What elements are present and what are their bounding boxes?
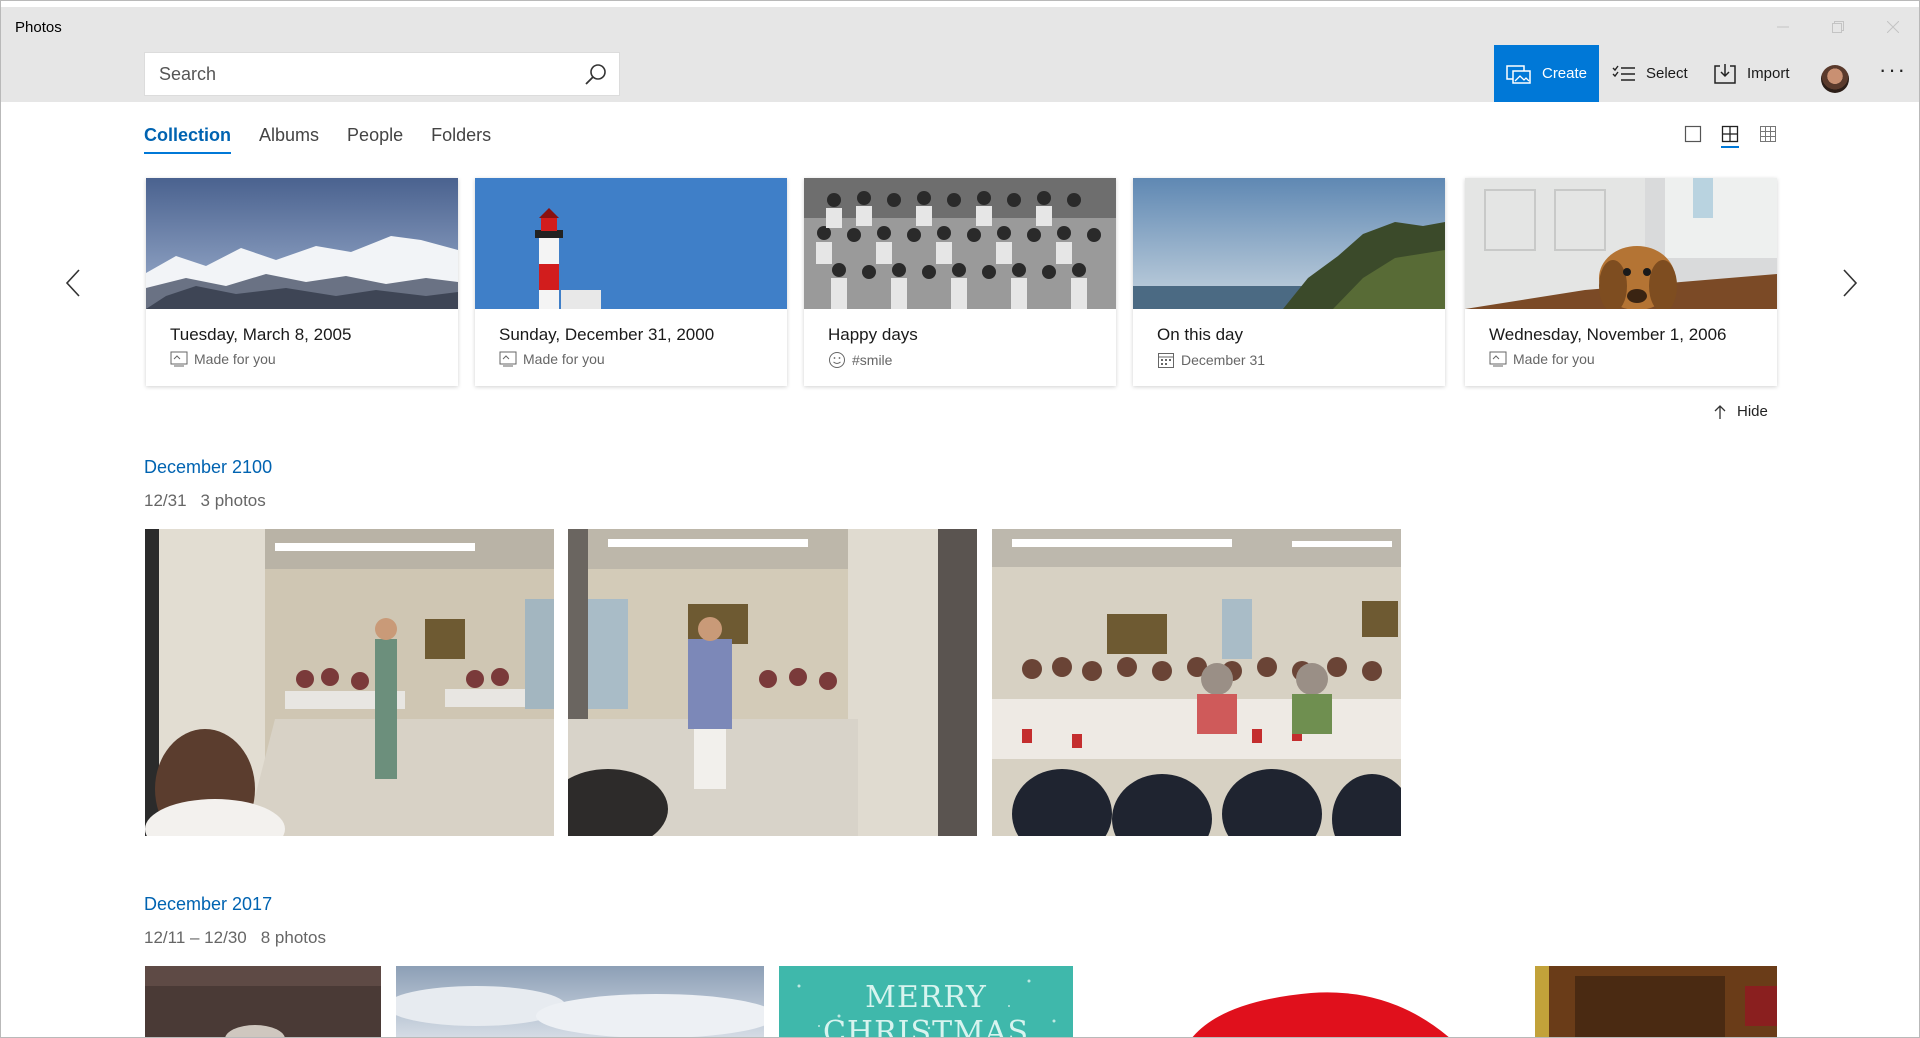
- card-subtitle: Made for you: [499, 351, 605, 367]
- card-subtitle-text: Made for you: [194, 351, 276, 367]
- search-input[interactable]: [145, 53, 565, 95]
- chevron-right-icon: [1843, 269, 1858, 297]
- create-icon: [1506, 64, 1531, 84]
- create-label: Create: [1541, 65, 1588, 82]
- memory-card[interactable]: On this day December 31: [1133, 178, 1445, 386]
- create-button[interactable]: Create: [1494, 45, 1599, 102]
- title-bar: Photos Create: [1, 7, 1919, 102]
- album-icon: [499, 351, 517, 367]
- album-icon: [1489, 351, 1507, 367]
- medium-grid-icon: [1721, 125, 1739, 148]
- card-subtitle: #smile: [828, 351, 892, 369]
- group-title[interactable]: December 2100: [144, 457, 272, 478]
- card-title: Sunday, December 31, 2000: [499, 325, 715, 344]
- card-title: Wednesday, November 1, 2006: [1489, 325, 1727, 344]
- photo-tile[interactable]: MERRY CHRISTMAS: [779, 966, 1073, 1038]
- import-button[interactable]: Import: [1713, 45, 1790, 102]
- photo-hall-2: [568, 529, 977, 836]
- photo-tile[interactable]: [568, 529, 977, 836]
- select-label: Select: [1646, 65, 1688, 82]
- photo-tile[interactable]: [1535, 966, 1777, 1037]
- card-subtitle: Made for you: [170, 351, 276, 367]
- restore-button[interactable]: [1815, 13, 1861, 41]
- smile-icon: [829, 352, 845, 368]
- search-button[interactable]: [583, 62, 609, 88]
- card-thumbnail-lighthouse: [475, 178, 787, 309]
- chevron-left-icon: [65, 269, 80, 297]
- group-dates: 12/31: [144, 491, 187, 510]
- group-dates: 12/11 – 12/30: [144, 928, 247, 947]
- photos-window: Photos Create: [0, 0, 1920, 1038]
- card-thumbnail-class-photo: [804, 178, 1116, 309]
- group-count: 8 photos: [260, 928, 326, 947]
- close-icon: [1887, 21, 1899, 33]
- card-subtitle-text: December 31: [1181, 352, 1266, 368]
- group-title[interactable]: December 2017: [144, 894, 272, 915]
- photo-tile[interactable]: [1191, 987, 1451, 1037]
- nav-tabs: Collection Albums People Folders: [144, 125, 491, 154]
- card-subtitle: Made for you: [1489, 351, 1595, 367]
- tab-collection[interactable]: Collection: [144, 125, 232, 154]
- account-avatar[interactable]: [1821, 65, 1849, 93]
- memory-card[interactable]: Tuesday, March 8, 2005 Made for you: [146, 178, 458, 386]
- card-thumbnail-mountains: [146, 178, 458, 309]
- tab-folders[interactable]: Folders: [431, 125, 491, 154]
- photo-tile[interactable]: [992, 529, 1401, 836]
- memory-card[interactable]: Sunday, December 31, 2000 Made for you: [475, 178, 787, 386]
- photo-tile[interactable]: [145, 966, 381, 1037]
- select-list-icon: [1612, 65, 1635, 81]
- carousel-prev-button[interactable]: [58, 263, 88, 303]
- card-thumbnail-dog: [1465, 178, 1777, 309]
- calendar-icon: [1158, 353, 1174, 368]
- photo-thumb-doorway: [1535, 966, 1777, 1037]
- photo-hall-3: [992, 529, 1401, 836]
- minimize-icon: [1777, 26, 1789, 28]
- small-grid-icon: [1760, 126, 1776, 142]
- close-button[interactable]: [1870, 13, 1916, 41]
- card-thumbnail-coast: [1133, 178, 1445, 309]
- select-button[interactable]: Select: [1612, 45, 1688, 102]
- photo-hall-1: [145, 529, 554, 836]
- card-title: On this day: [1157, 325, 1243, 344]
- restore-icon: [1832, 21, 1844, 33]
- single-view-icon: [1684, 125, 1702, 143]
- photo-tile[interactable]: [145, 529, 554, 836]
- arrow-up-icon: [1714, 404, 1726, 419]
- hide-label: Hide: [1737, 403, 1768, 420]
- group-subtitle: 12/11 – 12/30 8 photos: [144, 928, 326, 948]
- card-title: Tuesday, March 8, 2005: [170, 325, 352, 344]
- memory-card[interactable]: Happy days #smile: [804, 178, 1116, 386]
- card-title: Happy days: [828, 325, 918, 344]
- tab-people[interactable]: People: [347, 125, 403, 154]
- minimize-button[interactable]: [1760, 13, 1806, 41]
- search-icon: [585, 64, 606, 85]
- photo-tile[interactable]: [396, 966, 764, 1037]
- app-title: Photos: [15, 19, 62, 36]
- search-box: [144, 52, 620, 96]
- card-subtitle-text: Made for you: [523, 351, 605, 367]
- memory-card[interactable]: Wednesday, November 1, 2006 Made for you: [1465, 178, 1777, 386]
- group-count: 3 photos: [200, 491, 266, 510]
- tab-albums[interactable]: Albums: [259, 125, 319, 154]
- photo-thumb-dark-wood: [145, 966, 381, 1037]
- import-label: Import: [1747, 65, 1790, 82]
- photo-thumb-santa-hat: [1192, 992, 1449, 1037]
- view-medium-button[interactable]: [1721, 125, 1741, 148]
- view-large-button[interactable]: [1684, 125, 1704, 145]
- album-icon: [170, 351, 188, 367]
- group-subtitle: 12/31 3 photos: [144, 491, 266, 511]
- hide-memories-button[interactable]: Hide: [1713, 403, 1768, 420]
- card-subtitle-text: Made for you: [1513, 351, 1595, 367]
- photo-thumb-cloudy-sky: [396, 966, 764, 1037]
- view-small-button[interactable]: [1759, 125, 1779, 145]
- import-icon: [1714, 63, 1736, 84]
- christmas-card-text: MERRY CHRISTMAS: [822, 980, 1030, 1038]
- card-subtitle-text: #smile: [852, 352, 893, 368]
- card-subtitle: December 31: [1157, 351, 1265, 369]
- more-options-button[interactable]: ···: [1879, 57, 1907, 83]
- carousel-next-button[interactable]: [1835, 263, 1865, 303]
